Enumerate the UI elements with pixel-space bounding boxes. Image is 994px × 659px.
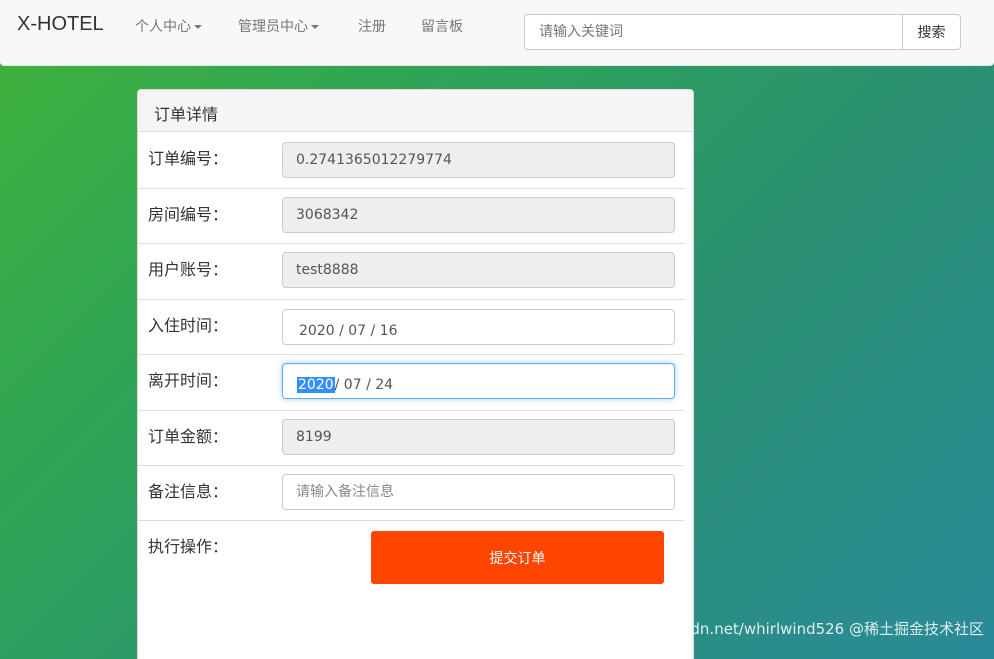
order-number-field[interactable]: 0.2741365012279774 bbox=[282, 142, 675, 178]
nav-message-board[interactable]: 留言板 bbox=[421, 16, 463, 36]
remarks-input[interactable] bbox=[282, 474, 675, 510]
room-number-field[interactable]: 3068342 bbox=[282, 197, 675, 233]
caret-down-icon bbox=[194, 25, 202, 29]
checkout-year-segment[interactable]: 2020 bbox=[297, 377, 335, 393]
user-account-label: 用户账号： bbox=[148, 260, 229, 279]
search-button[interactable]: 搜索 bbox=[902, 14, 961, 50]
row-order-amount: 订单金额： 8199 bbox=[138, 411, 684, 466]
order-amount-label: 订单金额： bbox=[148, 427, 229, 446]
row-checkin-time: 入住时间： 2020 / 07 / 16 bbox=[138, 300, 684, 355]
row-order-number: 订单编号： 0.2741365012279774 bbox=[138, 133, 684, 189]
search-input[interactable] bbox=[524, 14, 903, 50]
room-number-label: 房间编号： bbox=[148, 205, 229, 224]
caret-down-icon bbox=[311, 25, 319, 29]
order-number-label: 订单编号： bbox=[148, 149, 229, 168]
checkin-time-label: 入住时间： bbox=[148, 316, 229, 335]
nav-admin-center-label: 管理员中心 bbox=[238, 19, 308, 35]
row-room-number: 房间编号： 3068342 bbox=[138, 189, 684, 244]
user-account-field[interactable]: test8888 bbox=[282, 252, 675, 288]
row-user-account: 用户账号： test8888 bbox=[138, 244, 684, 300]
nav-personal-center-label: 个人中心 bbox=[135, 19, 191, 35]
row-remarks: 备注信息： bbox=[138, 466, 684, 521]
checkout-date-field[interactable]: 2020 / 07 / 24 bbox=[282, 363, 675, 399]
nav-admin-center[interactable]: 管理员中心 bbox=[238, 16, 319, 36]
watermark: https://blog.csdn.net/whirlwind526 @稀土掘金… bbox=[583, 620, 984, 638]
remarks-label: 备注信息： bbox=[148, 482, 229, 501]
order-details-panel: 订单详情 订单编号： 0.2741365012279774 房间编号： 3068… bbox=[137, 89, 694, 659]
nav-register-label: 注册 bbox=[358, 19, 386, 35]
order-amount-field[interactable]: 8199 bbox=[282, 419, 675, 455]
checkout-date-rest: / 07 / 24 bbox=[334, 377, 394, 393]
brand-logo[interactable]: X-HOTEL bbox=[17, 13, 104, 36]
nav-message-board-label: 留言板 bbox=[421, 19, 463, 35]
submit-order-button[interactable]: 提交订单 bbox=[371, 531, 664, 584]
navbar: X-HOTEL 个人中心 管理员中心 注册 留言板 搜索 bbox=[0, 0, 994, 66]
panel-title: 订单详情 bbox=[138, 90, 693, 132]
checkout-time-label: 离开时间： bbox=[148, 371, 229, 390]
checkin-date-field[interactable]: 2020 / 07 / 16 bbox=[282, 309, 675, 345]
row-checkout-time: 离开时间： 2020 / 07 / 24 bbox=[138, 355, 684, 411]
nav-register[interactable]: 注册 bbox=[358, 16, 386, 36]
nav-personal-center[interactable]: 个人中心 bbox=[135, 16, 202, 36]
action-label: 执行操作： bbox=[148, 537, 229, 556]
